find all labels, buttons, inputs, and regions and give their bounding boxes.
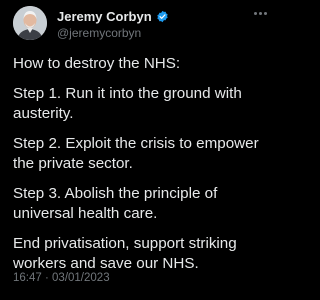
tweet-line: End privatisation, support striking work… (13, 234, 237, 273)
tweet-line: Step 2. Exploit the crisis to empower th… (13, 134, 259, 173)
avatar[interactable] (13, 6, 47, 40)
tweet-time: 16:47 (13, 272, 42, 284)
author-name[interactable]: Jeremy Corbyn (57, 9, 152, 24)
tweet-card: Jeremy Corbyn @jeremycorbyn How to destr… (0, 0, 277, 300)
tweet-timestamp[interactable]: 16:47 · 03/01/2023 (13, 272, 110, 284)
tweet-text: How to destroy the NHS: Step 1. Run it i… (13, 54, 271, 284)
more-options-icon[interactable] (251, 8, 269, 18)
verified-badge-icon (156, 10, 169, 23)
tweet-date: 03/01/2023 (52, 272, 110, 284)
author-name-row[interactable]: Jeremy Corbyn (57, 9, 169, 24)
tweet-line: Step 3. Abolish the principle of univers… (13, 184, 218, 223)
meta-separator: · (44, 272, 49, 284)
tweet-line: How to destroy the NHS: (13, 55, 181, 72)
tweet-line: Step 1. Run it into the ground with aust… (13, 84, 242, 123)
tweet-header: Jeremy Corbyn @jeremycorbyn (13, 6, 269, 42)
author-handle[interactable]: @jeremycorbyn (57, 26, 141, 40)
